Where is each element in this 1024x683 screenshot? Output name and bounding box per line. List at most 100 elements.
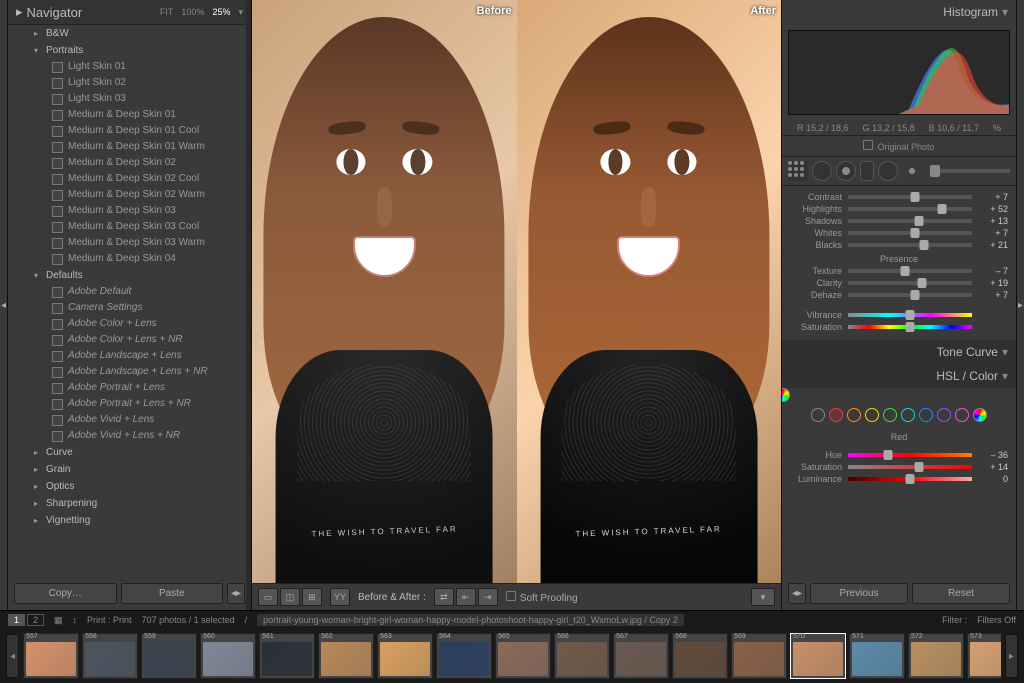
thumb-564[interactable]: 564 <box>436 633 492 679</box>
section-portraits[interactable]: Portraits <box>16 42 243 59</box>
slider-thumb[interactable] <box>883 450 892 460</box>
sort-icon[interactable]: ↕ <box>73 615 78 625</box>
section-defaults[interactable]: Defaults <box>16 267 243 284</box>
thumb-562[interactable]: 562 <box>318 633 374 679</box>
preset-item[interactable]: Light Skin 03 <box>16 91 243 107</box>
thumb-568[interactable]: 568 <box>672 633 728 679</box>
slider-thumb[interactable] <box>906 474 915 484</box>
histogram-header[interactable]: Histogram <box>782 0 1016 24</box>
survey-view-button[interactable]: ⊞ <box>302 588 322 606</box>
preset-item[interactable]: Adobe Portrait + Lens + NR <box>16 396 243 412</box>
slider-track[interactable] <box>848 243 972 247</box>
preset-item[interactable]: Adobe Landscape + Lens <box>16 348 243 364</box>
sync-menu-button[interactable]: ◂▸ <box>227 583 245 604</box>
section-b-w[interactable]: B&W <box>16 25 243 42</box>
preset-item[interactable]: Medium & Deep Skin 03 Cool <box>16 219 243 235</box>
hsl-header[interactable]: HSL / Color <box>782 364 1016 388</box>
slider-luminance[interactable]: Luminance0 <box>790 474 1008 484</box>
thumb-573[interactable]: 573 <box>967 633 1001 679</box>
preset-item[interactable]: Medium & Deep Skin 03 <box>16 203 243 219</box>
mask-slider[interactable] <box>930 169 1010 173</box>
slider-thumb[interactable] <box>919 240 928 250</box>
before-after-yy-button[interactable]: YY <box>330 588 350 606</box>
preset-item[interactable]: Medium & Deep Skin 02 Cool <box>16 171 243 187</box>
zoom-menu-icon[interactable]: ▾ <box>238 7 243 18</box>
original-photo-toggle[interactable]: Original Photo <box>782 135 1016 157</box>
preset-item[interactable]: Adobe Portrait + Lens <box>16 380 243 396</box>
crop-tool-icon[interactable] <box>788 161 808 181</box>
thumb-567[interactable]: 567 <box>613 633 669 679</box>
thumb-569[interactable]: 569 <box>731 633 787 679</box>
spot-tool-icon[interactable] <box>812 161 832 181</box>
copy-left-button[interactable]: ⇤ <box>456 588 476 606</box>
preset-item[interactable]: Medium & Deep Skin 01 Cool <box>16 123 243 139</box>
hsl-color-6[interactable] <box>937 408 951 422</box>
thumb-570[interactable]: 570 <box>790 633 846 679</box>
slider-texture[interactable]: Texture– 7 <box>790 266 1008 276</box>
preset-item[interactable]: Adobe Landscape + Lens + NR <box>16 364 243 380</box>
thumb-557[interactable]: 557 <box>23 633 79 679</box>
grad-tool-icon[interactable] <box>860 161 874 181</box>
hsl-color-0[interactable] <box>829 408 843 422</box>
redeye-tool-icon[interactable] <box>836 161 856 181</box>
filmstrip-right-arrow[interactable]: ▸ <box>1005 634 1018 678</box>
slider-track[interactable] <box>848 293 972 297</box>
swap-button[interactable]: ⇄ <box>434 588 454 606</box>
slider-track[interactable] <box>848 195 972 199</box>
slider-blacks[interactable]: Blacks+ 21 <box>790 240 1008 250</box>
filmstrip-left-arrow[interactable]: ◂ <box>6 634 19 678</box>
slider-track[interactable] <box>848 219 972 223</box>
navigator-header[interactable]: ▸Navigator <box>16 4 82 20</box>
slider-track[interactable] <box>848 269 972 273</box>
preset-item[interactable]: Adobe Vivid + Lens <box>16 412 243 428</box>
filter-value[interactable]: Filters Off <box>977 615 1016 625</box>
slider-track[interactable] <box>848 207 972 211</box>
zoom-fit[interactable]: FIT <box>160 7 174 18</box>
zoom-100[interactable]: 100% <box>181 7 204 18</box>
slider-contrast[interactable]: Contrast+ 7 <box>790 192 1008 202</box>
thumb-558[interactable]: 558 <box>82 633 138 679</box>
preset-item[interactable]: Light Skin 01 <box>16 59 243 75</box>
preset-item[interactable]: Adobe Vivid + Lens + NR <box>16 428 243 444</box>
slider-dehaze[interactable]: Dehaze+ 7 <box>790 290 1008 300</box>
slider-hue[interactable]: Hue– 36 <box>790 450 1008 460</box>
tone-curve-header[interactable]: Tone Curve <box>782 340 1016 364</box>
hsl-color-3[interactable] <box>883 408 897 422</box>
hsl-target-icon[interactable] <box>811 408 825 422</box>
slider-thumb[interactable] <box>901 266 910 276</box>
hsl-color-4[interactable] <box>901 408 915 422</box>
hsl-color-all[interactable] <box>781 388 790 402</box>
paste-button[interactable]: Paste <box>121 583 224 604</box>
compare-xy-button[interactable]: ◫ <box>280 588 300 606</box>
preset-item[interactable]: Medium & Deep Skin 02 Warm <box>16 187 243 203</box>
after-image[interactable]: After THE WISH TO TRAVEL FAR <box>517 0 782 583</box>
soft-proofing-toggle[interactable]: Soft Proofing <box>506 591 578 604</box>
hsl-color-2[interactable] <box>865 408 879 422</box>
slider-track[interactable] <box>848 281 972 285</box>
preset-item[interactable]: Adobe Color + Lens + NR <box>16 332 243 348</box>
hsl-color-5[interactable] <box>919 408 933 422</box>
section-curve[interactable]: Curve <box>16 444 243 461</box>
slider-saturation[interactable]: Saturation+ 14 <box>790 462 1008 472</box>
brush-tool-icon[interactable] <box>902 161 922 181</box>
radial-tool-icon[interactable] <box>878 161 898 181</box>
section-sharpening[interactable]: Sharpening <box>16 495 243 512</box>
slider-track[interactable] <box>848 477 972 481</box>
page-1-button[interactable]: 1 <box>8 614 25 626</box>
slider-track[interactable] <box>848 231 972 235</box>
hsl-color-1[interactable] <box>847 408 861 422</box>
slider-thumb[interactable] <box>914 216 923 226</box>
copy-button[interactable]: Copy… <box>14 583 117 604</box>
preset-item[interactable]: Light Skin 02 <box>16 75 243 91</box>
slider-shadows[interactable]: Shadows+ 13 <box>790 216 1008 226</box>
preset-item[interactable]: Medium & Deep Skin 03 Warm <box>16 235 243 251</box>
copy-right-button[interactable]: ⇥ <box>478 588 498 606</box>
prev-menu-button[interactable]: ◂▸ <box>788 583 806 604</box>
preset-item[interactable]: Medium & Deep Skin 04 <box>16 251 243 267</box>
thumb-560[interactable]: 560 <box>200 633 256 679</box>
before-image[interactable]: Before THE WISH TO TRAVEL FAR <box>252 0 517 583</box>
thumb-565[interactable]: 565 <box>495 633 551 679</box>
preset-item[interactable]: Medium & Deep Skin 01 Warm <box>16 139 243 155</box>
slider-thumb[interactable] <box>938 204 947 214</box>
preset-item[interactable]: Medium & Deep Skin 02 <box>16 155 243 171</box>
